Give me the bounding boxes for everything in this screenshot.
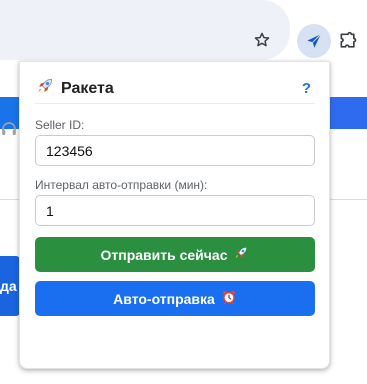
page-button[interactable]: да — [0, 256, 20, 316]
send-now-label: Отправить сейчас — [100, 246, 228, 263]
popup-header: Ракета ? — [35, 74, 315, 104]
page-divider — [330, 199, 367, 200]
page-header-band — [330, 97, 367, 129]
auto-send-button[interactable]: Авто-отправка — [35, 281, 315, 316]
help-link[interactable]: ? — [302, 80, 315, 97]
extension-popup: Ракета ? Seller ID: 123456 Интервал авто… — [19, 61, 330, 369]
star-icon[interactable] — [250, 28, 274, 52]
headset-icon[interactable] — [0, 118, 20, 140]
seller-id-field[interactable]: 123456 — [35, 135, 315, 166]
popup-title: Ракета — [61, 79, 114, 97]
seller-id-label: Seller ID: — [35, 118, 85, 132]
interval-field[interactable]: 1 — [35, 195, 315, 226]
rocket-icon — [233, 245, 249, 264]
puzzle-icon[interactable] — [334, 27, 362, 55]
page-button-label: да — [0, 278, 17, 294]
rocket-emoji-icon — [35, 76, 55, 101]
popup-title-group: Ракета — [35, 76, 114, 101]
rocket-extension-icon[interactable] — [297, 24, 331, 58]
alarm-clock-icon — [221, 289, 237, 308]
page-divider — [0, 199, 20, 200]
address-bar[interactable] — [0, 0, 290, 60]
interval-label: Интервал авто-отправки (мин): — [35, 178, 208, 192]
interval-value: 1 — [46, 202, 54, 219]
seller-id-value: 123456 — [46, 142, 93, 159]
auto-send-label: Авто-отправка — [113, 290, 215, 307]
send-now-button[interactable]: Отправить сейчас — [35, 237, 315, 272]
